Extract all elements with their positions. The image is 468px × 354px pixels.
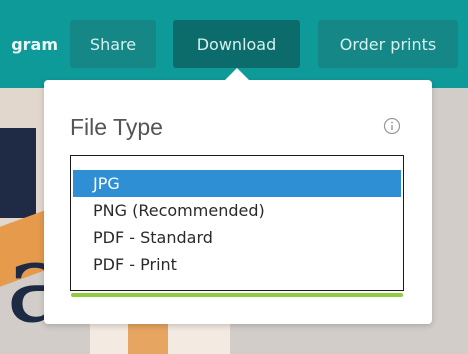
- file-type-option-jpg[interactable]: JPG: [73, 170, 401, 197]
- file-type-option-pdf-standard[interactable]: PDF - Standard: [73, 224, 401, 251]
- info-circle-icon[interactable]: [383, 117, 401, 135]
- download-panel: File Type JPG PNG (Recommended) PDF - St…: [44, 80, 432, 324]
- file-type-select[interactable]: JPG PNG (Recommended) PDF - Standard PDF…: [70, 155, 404, 297]
- dropdown-caret: [224, 68, 250, 81]
- file-type-option-png[interactable]: PNG (Recommended): [73, 197, 401, 224]
- file-type-options: JPG PNG (Recommended) PDF - Standard PDF…: [73, 170, 401, 278]
- canvas-shape: [0, 128, 36, 218]
- toolbar-brand-text: gram: [11, 34, 58, 54]
- order-prints-button[interactable]: Order prints: [318, 20, 458, 68]
- select-accent-underline: [71, 293, 403, 297]
- share-button[interactable]: Share: [70, 20, 156, 68]
- panel-title: File Type: [70, 114, 163, 140]
- download-button[interactable]: Download: [173, 20, 300, 68]
- file-type-option-pdf-print[interactable]: PDF - Print: [73, 251, 401, 278]
